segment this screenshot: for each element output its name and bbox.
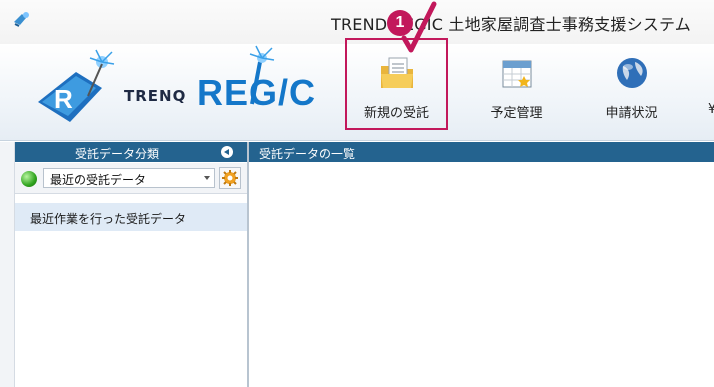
- schedule-label: 予定管理: [490, 106, 543, 121]
- app-logo: R TRENQ REG/C: [30, 44, 330, 140]
- callout-number: 1: [395, 14, 405, 31]
- globe-icon: [616, 58, 647, 88]
- classification-panel-header: 受託データ分類: [15, 142, 247, 162]
- list-item-label: 最近作業を行った受託データ: [30, 212, 187, 226]
- ribbon-button-partial[interactable]: ¥: [700, 44, 714, 140]
- schedule-button[interactable]: 予定管理: [470, 44, 563, 140]
- contract-list-title: 受託データの一覧: [259, 147, 356, 161]
- calendar-icon: [502, 60, 531, 88]
- settings-button[interactable]: [219, 167, 241, 189]
- application-status-button[interactable]: 申請状況: [585, 44, 678, 140]
- application-status-label: 申請状況: [605, 106, 658, 121]
- classification-header-title: 受託データ分類: [75, 147, 160, 161]
- classification-list: [15, 231, 247, 387]
- left-edge-strip: [0, 142, 15, 387]
- contract-list-area: [249, 162, 714, 387]
- chevron-down-icon: [204, 176, 210, 180]
- list-item-recent-data[interactable]: 最近作業を行った受託データ: [15, 203, 247, 231]
- classification-select[interactable]: 最近の受託データ: [43, 168, 215, 188]
- callout-marker: [387, 1, 437, 53]
- svg-text:R: R: [54, 84, 73, 114]
- classification-select-value: 最近の受託データ: [50, 173, 147, 187]
- app-icon[interactable]: [12, 10, 32, 28]
- contract-list-header: 受託データの一覧: [249, 142, 714, 162]
- gear-icon: [222, 170, 238, 186]
- collapse-panel-icon[interactable]: [221, 146, 233, 158]
- status-green-icon: [21, 171, 37, 187]
- partial-label: ¥: [708, 102, 714, 117]
- classification-toolbar: 最近の受託データ: [15, 163, 247, 194]
- logo-trend-text: TRENQ: [124, 87, 187, 105]
- logo-regic-text: REG/C: [197, 72, 317, 113]
